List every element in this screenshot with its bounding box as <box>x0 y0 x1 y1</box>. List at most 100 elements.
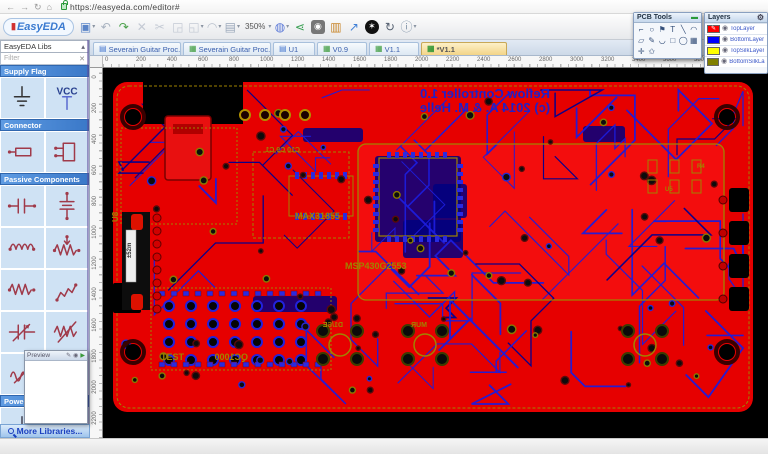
delete-icon[interactable]: ✕ <box>133 17 150 37</box>
photoresistor-symbol[interactable] <box>45 269 90 311</box>
capacitor-symbol-glyph <box>7 191 37 221</box>
text-tool[interactable]: T <box>668 24 679 35</box>
share-icon[interactable]: ⋖ <box>291 17 308 37</box>
layer-visibility-eye-icon[interactable]: ◉ <box>722 25 728 33</box>
steam-icon[interactable]: ✶ <box>363 17 380 37</box>
potentiometer-symbol[interactable] <box>45 227 90 269</box>
address-bar[interactable]: https://easyeda.com/editor# <box>57 2 180 12</box>
layers-titlebar[interactable]: Layers ⚙ <box>705 13 767 23</box>
document-tab-3[interactable]: ▤U1 <box>273 42 315 55</box>
history-icon[interactable]: ↻ <box>381 17 398 37</box>
section-header-connector[interactable]: Connector <box>0 119 89 131</box>
save-icon[interactable]: ▣▾ <box>79 17 96 37</box>
filter-placeholder: Filter <box>4 55 20 62</box>
v-ruler-tick: 1600 <box>92 317 98 333</box>
section-header-supply-flag[interactable]: Supply Flag <box>0 65 89 77</box>
cut-icon[interactable]: ✂ <box>151 17 168 37</box>
arc2-tool[interactable]: ◡ <box>657 35 668 46</box>
library-filter-input[interactable]: Filter ✕ <box>0 53 89 65</box>
dropdown-arrow-icon: ▾ <box>92 23 95 30</box>
vcc-symbol[interactable]: VCC <box>45 77 90 119</box>
filter-clear-icon[interactable]: ✕ <box>79 55 85 63</box>
hole-tool[interactable]: ◯ <box>678 35 689 46</box>
paste-icon[interactable]: ◱▾ <box>187 17 204 37</box>
header-connector-symbol[interactable] <box>45 131 90 173</box>
open-external-icon[interactable]: ↗ <box>345 17 362 37</box>
flag-tool[interactable]: ⚑ <box>657 24 668 35</box>
zoom-select[interactable]: 350%▾ <box>242 17 272 37</box>
layer-color-swatch[interactable]: ✎ <box>707 25 720 33</box>
browser-back-icon[interactable]: ← <box>6 2 15 12</box>
undo-icon[interactable]: ↶ <box>97 17 114 37</box>
wire-icon[interactable]: ◠▾ <box>206 17 223 37</box>
inductor-symbol[interactable] <box>0 227 45 269</box>
library-source-select[interactable]: EasyEDA Libs ▴ <box>0 40 89 53</box>
layer-visibility-eye-icon[interactable]: ◉ <box>722 47 728 55</box>
gear-icon[interactable]: ⚙ <box>757 13 764 22</box>
polygon-tool[interactable]: ▱ <box>636 35 647 46</box>
h-ruler-tick: 3200 <box>601 57 614 63</box>
rect-tool[interactable]: □ <box>668 35 679 46</box>
layer-row-bottomlayer[interactable]: ◉BottomLayer <box>705 34 767 45</box>
line-tool[interactable]: ╲ <box>678 24 689 35</box>
https-lock-icon <box>61 3 67 10</box>
snapshot-icon[interactable]: ◉ <box>309 17 326 37</box>
export-image-icon[interactable]: ▤▾ <box>224 17 241 37</box>
variable-capacitor-symbol[interactable] <box>45 185 90 227</box>
more-libraries-button[interactable]: More Libraries... <box>0 424 90 438</box>
circle-tool[interactable]: ○ <box>647 24 658 35</box>
trimmer-capacitor-symbol[interactable] <box>0 311 45 353</box>
redo-icon[interactable]: ↷ <box>115 17 132 37</box>
layer-visibility-eye-icon[interactable]: ◉ <box>721 58 727 66</box>
document-tab-2[interactable]: ▦Severain Guitar Proc... <box>183 42 271 55</box>
layer-color-swatch[interactable] <box>707 58 719 66</box>
pcb-tools-titlebar[interactable]: PCB Tools ▬ <box>634 13 701 23</box>
star-tool[interactable]: ✩ <box>647 46 658 57</box>
view-icon[interactable]: ◉ <box>73 352 78 359</box>
v-ruler-tick: 1400 <box>92 286 98 302</box>
document-tab-6[interactable]: ▦*V1.1 <box>421 42 507 55</box>
layer-row-topsilklayer[interactable]: ◉TopSilkLayer <box>705 45 767 56</box>
easyeda-logo[interactable]: ▮ EasyEDA <box>3 18 74 36</box>
layer-color-swatch[interactable] <box>707 36 720 44</box>
preview-titlebar[interactable]: Preview ✎◉▶ <box>25 351 87 361</box>
resistor-symbol[interactable] <box>0 269 45 311</box>
snapshot-icon-glyph: ◉ <box>311 20 325 34</box>
arc-tool[interactable]: ◠ <box>689 24 700 35</box>
v-ruler-tick: 0 <box>92 69 98 85</box>
capacitor-symbol[interactable] <box>0 185 45 227</box>
ground-symbol[interactable] <box>0 77 45 119</box>
copy-icon[interactable]: ◲ <box>169 17 186 37</box>
browser-home-icon[interactable]: ⌂ <box>47 2 52 12</box>
help-icon-glyph: ⓘ <box>400 18 412 35</box>
browser-forward-icon[interactable]: → <box>20 2 29 12</box>
section-header-passive-components[interactable]: Passive Components <box>0 173 89 185</box>
help-icon[interactable]: ⓘ▾ <box>399 17 417 37</box>
document-tab-4[interactable]: ▦V0.9 <box>317 42 367 55</box>
layer-row-bottomsilkla-[interactable]: ◉BottomSilkLa.. <box>705 56 767 67</box>
layer-visibility-eye-icon[interactable]: ◉ <box>722 36 728 44</box>
varistor-symbol[interactable] <box>45 311 90 353</box>
copper-area-tool[interactable]: ▦ <box>689 35 700 46</box>
browser-refresh-icon[interactable]: ↻ <box>34 2 42 12</box>
resistor-symbol-glyph <box>7 275 37 305</box>
tab-label: Severain Guitar Proc... <box>199 45 271 54</box>
document-tab-5[interactable]: ▦V1.1 <box>369 42 419 55</box>
layer-color-swatch[interactable] <box>707 47 720 55</box>
preview-body <box>25 361 87 423</box>
pcb-canvas[interactable]: Reflow Controller 1.0(c) 2014 A. & M. He… <box>103 68 768 438</box>
settings-icon[interactable]: ◍▾ <box>273 17 290 37</box>
dimension-tool[interactable]: ✎ <box>647 35 658 46</box>
libraries-icon[interactable]: ▥ <box>327 17 344 37</box>
svg-text:D1/SE: D1/SE <box>322 322 343 329</box>
pcb-tools-panel: PCB Tools ▬ ⌐○⚑T╲◠ ▱✎◡□◯▦ ✛✩ <box>633 12 702 59</box>
minimize-icon[interactable]: ▬ <box>691 14 698 21</box>
document-tab-1[interactable]: ▤Severain Guitar Proc... <box>93 42 181 55</box>
plug-connector-symbol[interactable] <box>0 131 45 173</box>
track-tool[interactable]: ⌐ <box>636 24 647 35</box>
h-ruler-tick: 1200 <box>291 57 304 63</box>
play-icon[interactable]: ▶ <box>80 352 85 359</box>
layer-row-toplayer[interactable]: ✎◉TopLayer <box>705 23 767 34</box>
edit-icon[interactable]: ✎ <box>66 352 71 359</box>
pan-tool[interactable]: ✛ <box>636 46 647 57</box>
